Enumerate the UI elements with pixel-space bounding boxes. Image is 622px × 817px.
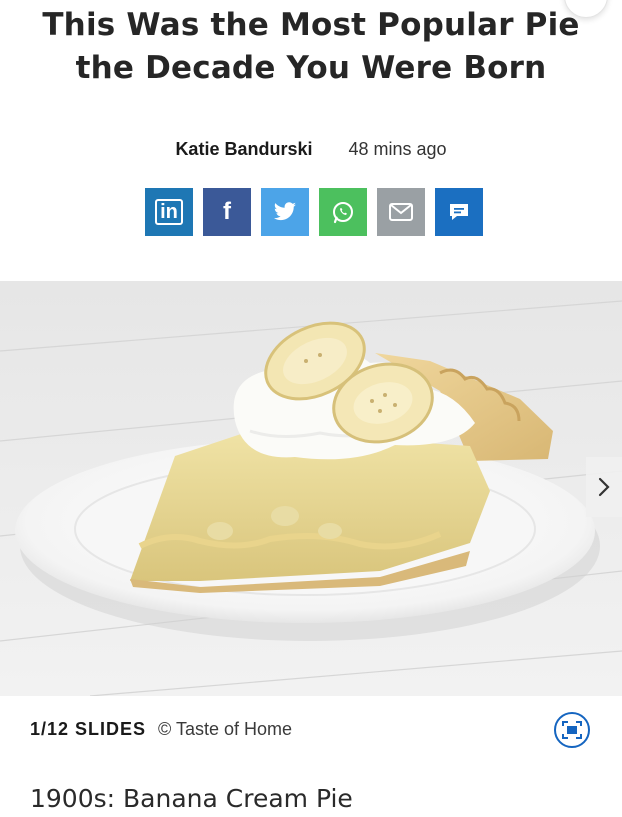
banana-cream-pie-photo	[0, 281, 622, 696]
whatsapp-icon	[333, 202, 353, 224]
fullscreen-icon	[562, 721, 582, 739]
next-slide-button[interactable]	[586, 457, 622, 517]
author-name[interactable]: Katie Bandurski	[175, 139, 312, 160]
chevron-right-icon	[598, 477, 610, 497]
email-share-button[interactable]	[377, 188, 425, 236]
byline: Katie Bandurski 48 mins ago	[0, 139, 622, 160]
slide-caption-bar: 1/12 SLIDES © Taste of Home	[30, 712, 590, 748]
publish-time: 48 mins ago	[348, 139, 447, 159]
facebook-icon: f	[223, 198, 231, 225]
article-headline: This Was the Most Popular Pie the Decade…	[42, 7, 580, 86]
whatsapp-share-button[interactable]	[319, 188, 367, 236]
fullscreen-button[interactable]	[554, 712, 590, 748]
photo-credit: © Taste of Home	[158, 718, 293, 739]
slide-counter: 1/12 SLIDES	[30, 718, 147, 739]
linkedin-share-button[interactable]: in	[145, 188, 193, 236]
share-toolbar: in f	[145, 188, 483, 236]
slide-title: 1900s: Banana Cream Pie	[30, 784, 353, 813]
linkedin-icon: in	[155, 199, 183, 225]
comment-icon	[450, 204, 468, 220]
comments-button[interactable]	[435, 188, 483, 236]
twitter-icon	[274, 202, 296, 221]
facebook-share-button[interactable]: f	[203, 188, 251, 236]
email-icon	[389, 203, 413, 221]
slide-image[interactable]	[0, 281, 622, 696]
twitter-share-button[interactable]	[261, 188, 309, 236]
